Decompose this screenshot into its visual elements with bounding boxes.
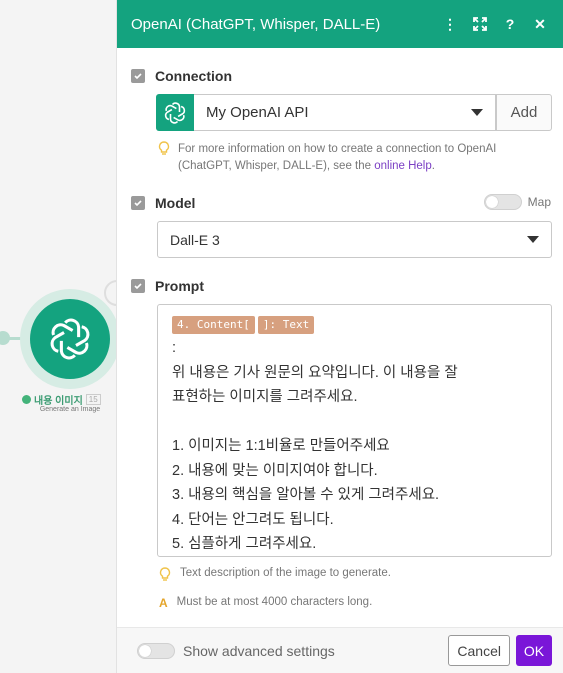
module-settings-panel: OpenAI (ChatGPT, Whisper, DALL-E) ⋮ ? ✕ … [116,0,563,673]
checkbox-icon[interactable] [131,196,145,210]
connection-selected-value: My OpenAI API [206,104,309,121]
advanced-label: Show advanced settings [183,642,335,659]
prompt-limit-text: Must be at most 4000 characters long. [176,596,373,608]
prompt-textarea[interactable]: 4. Content[ ]: Text : 위 내용은 기사 원문의 요약입니다… [157,304,552,557]
ok-button[interactable]: OK [516,635,552,666]
chevron-down-icon [471,109,483,116]
status-ok-icon [22,395,31,404]
openai-logo-icon [156,94,194,131]
advanced-settings-toggle[interactable]: Show advanced settings [137,642,448,659]
add-connection-button[interactable]: Add [496,94,552,131]
advanced-switch[interactable] [137,642,175,659]
close-icon[interactable]: ✕ [525,9,555,39]
module-name: 내용 이미지 [34,396,83,407]
module-label[interactable]: 내용 이미지 15 [22,392,122,407]
connection-hint-text: For more information on how to create a … [178,143,497,172]
kebab-icon[interactable]: ⋮ [435,9,465,39]
connection-picker: My OpenAI API Add [156,94,552,131]
prompt-line: 위 내용은 기사 원문의 요약입니다. 이 내용을 잘 [172,364,458,381]
help-icon[interactable]: ? [495,9,525,39]
prompt-line [172,410,537,435]
chevron-down-icon [527,236,539,243]
connection-section-toggle[interactable]: Connection [131,68,232,84]
prompt-line: 1. 이미지는 1:1비율로 만들어주세요 [172,438,390,454]
prompt-line: : [172,340,177,356]
prompt-line: 4. 단어는 안그려도 됩니다. [172,511,334,528]
online-help-link[interactable]: online Help [374,160,432,172]
connection-select[interactable]: My OpenAI API [194,94,496,131]
connection-heading: Connection [155,68,232,84]
cancel-button[interactable]: Cancel [448,635,510,666]
variable-pill[interactable]: ]: Text [257,316,315,334]
prompt-line: 2. 내용에 맞는 이미지여야 합니다. [172,462,378,479]
panel-footer: Show advanced settings Cancel OK [117,627,563,673]
prompt-limit: A Must be at most 4000 characters long. [159,596,372,610]
validation-icon: A [159,596,168,610]
variable-pill[interactable]: 4. Content[ [172,316,255,334]
lightbulb-icon [158,141,170,155]
prompt-hint: Text description of the image to generat… [159,567,391,583]
openai-logo-icon [50,318,90,360]
panel-header: OpenAI (ChatGPT, Whisper, DALL-E) ⋮ ? ✕ [117,0,563,48]
checkbox-icon[interactable] [131,69,145,83]
module-subtitle: Generate an Image [39,406,101,413]
prompt-line: 5. 심플하게 그려주세요. [172,536,317,552]
prompt-section-toggle[interactable]: Prompt [131,278,204,294]
connection-hint: For more information on how to create a … [158,141,538,175]
prompt-heading: Prompt [155,278,204,294]
map-toggle[interactable]: Map [483,194,551,210]
map-label: Map [527,195,551,209]
prompt-hint-text: Text description of the image to generat… [180,567,391,579]
model-select[interactable]: Dall-E 3 [157,221,552,258]
panel-title: OpenAI (ChatGPT, Whisper, DALL-E) [131,15,381,33]
openai-module[interactable] [30,299,110,379]
mapped-variable: 4. Content[ ]: Text [172,316,537,334]
expand-icon[interactable] [465,9,495,39]
checkbox-icon[interactable] [131,279,145,293]
prompt-line: 3. 내용의 핵심을 알아볼 수 있게 그려주세요. [172,487,440,503]
model-section-toggle[interactable]: Model [131,195,195,211]
map-switch[interactable] [483,194,522,210]
module-number-badge: 15 [85,394,101,405]
model-selected-value: Dall-E 3 [170,231,220,248]
model-heading: Model [155,195,196,211]
prompt-line: 표현하는 이미지를 그려주세요. [172,389,358,405]
lightbulb-icon [159,567,171,581]
